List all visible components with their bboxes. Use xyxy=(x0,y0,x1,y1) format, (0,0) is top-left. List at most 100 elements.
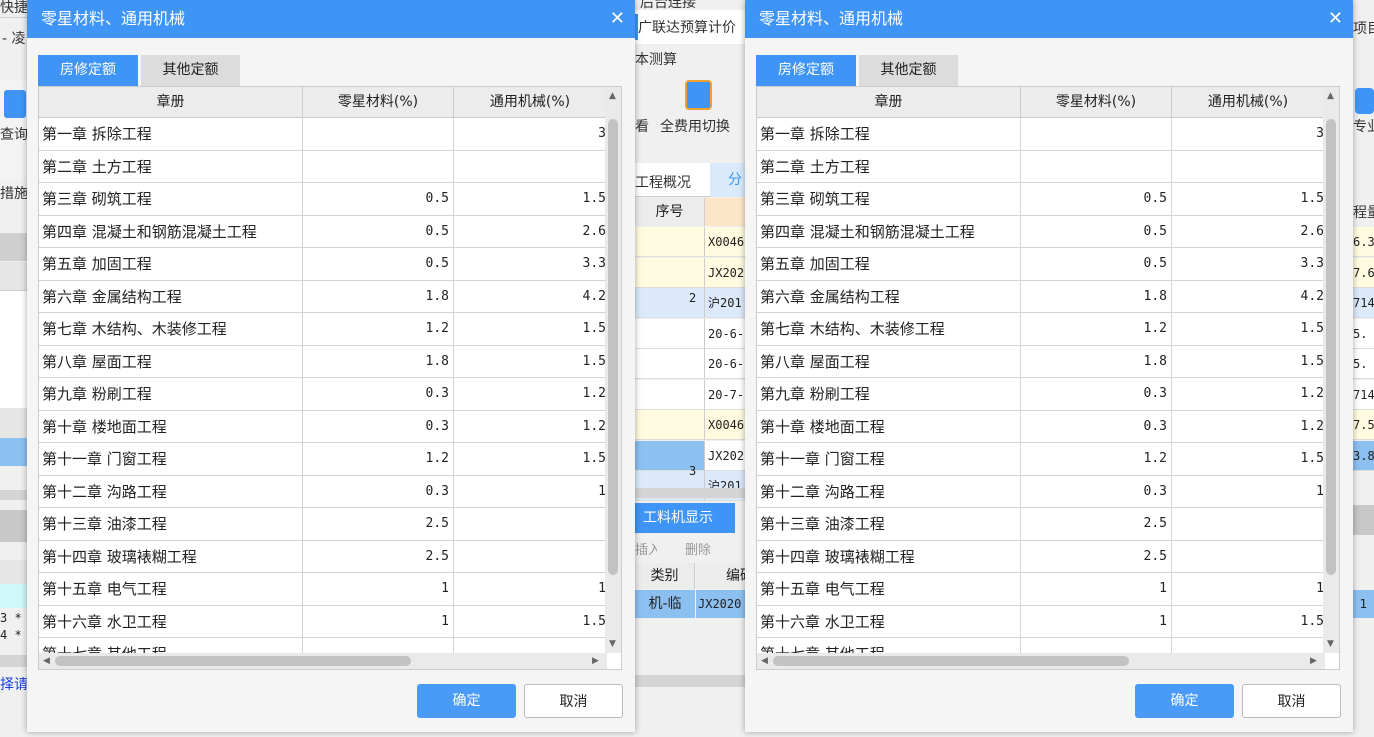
table-row[interactable]: 第九章 粉刷工程 0.3 1.2 xyxy=(757,378,1325,411)
scrollbar[interactable] xyxy=(0,655,27,667)
misc-material-cell[interactable]: 2.5 xyxy=(303,540,454,573)
misc-material-cell[interactable]: 0.3 xyxy=(303,410,454,443)
misc-material-cell[interactable]: 1 xyxy=(1021,605,1172,638)
table-row[interactable]: 第三章 砌筑工程 0.5 1.5 xyxy=(757,183,1325,216)
dialog-titlebar[interactable]: 零星材料、通用机械 ✕ xyxy=(27,0,635,38)
table-row[interactable]: 第五章 加固工程 0.5 3.3 xyxy=(39,248,607,281)
table-row[interactable]: 第十四章 玻璃裱糊工程 2.5 xyxy=(39,540,607,573)
table-row[interactable]: 第二章 土方工程 xyxy=(757,150,1325,183)
misc-material-cell[interactable]: 0.3 xyxy=(1021,410,1172,443)
code-cell[interactable]: 20-6- xyxy=(705,349,745,379)
scroll-thumb[interactable] xyxy=(608,119,618,575)
misc-material-cell[interactable]: 1.2 xyxy=(303,313,454,345)
qty-cell[interactable]: 3.8 xyxy=(1353,440,1374,471)
table-row[interactable]: 第十三章 油漆工程 2.5 xyxy=(39,508,607,541)
misc-material-cell[interactable]: 2.5 xyxy=(1021,508,1172,540)
misc-material-cell[interactable]: 0.5 xyxy=(303,183,454,215)
general-machinery-cell[interactable]: 3.3 xyxy=(1172,248,1325,280)
scroll-thumb[interactable] xyxy=(1326,119,1336,575)
scroll-down-icon[interactable]: ▼ xyxy=(1327,639,1334,649)
scroll-down-icon[interactable]: ▼ xyxy=(609,639,616,649)
general-machinery-cell[interactable]: 1.5 xyxy=(1172,605,1325,638)
general-machinery-cell[interactable]: 1.5 xyxy=(454,345,607,378)
misc-material-cell[interactable]: 0.3 xyxy=(1021,475,1172,508)
code-cell[interactable]: JX202 xyxy=(705,440,745,471)
scroll-left-icon[interactable]: ◀ xyxy=(43,656,50,666)
scroll-up-icon[interactable]: ▲ xyxy=(609,91,616,101)
general-machinery-cell[interactable]: 1.5 xyxy=(1172,313,1325,345)
general-machinery-cell[interactable] xyxy=(1172,150,1325,183)
general-machinery-cell[interactable] xyxy=(1172,540,1325,573)
table-row[interactable]: 第九章 粉刷工程 0.3 1.2 xyxy=(39,378,607,411)
misc-material-cell[interactable]: 0.5 xyxy=(1021,215,1172,248)
misc-material-cell[interactable]: 0.5 xyxy=(1021,183,1172,215)
splitter[interactable] xyxy=(635,488,745,498)
cancel-button[interactable]: 取消 xyxy=(1242,684,1341,718)
code-cell[interactable]: X0046 xyxy=(705,410,745,440)
table-row[interactable]: 第十一章 门窗工程 1.2 1.5 xyxy=(39,443,607,476)
major-icon[interactable] xyxy=(1355,88,1374,114)
general-machinery-cell[interactable]: 1.2 xyxy=(1172,410,1325,443)
table-row[interactable]: 第七章 木结构、木装修工程 1.2 1.5 xyxy=(757,313,1325,346)
general-machinery-cell[interactable] xyxy=(454,508,607,540)
misc-material-cell[interactable] xyxy=(303,118,454,150)
table-row[interactable]: 第八章 屋面工程 1.8 1.5 xyxy=(757,345,1325,378)
misc-material-cell[interactable]: 0.3 xyxy=(303,378,454,410)
table-row[interactable]: 第十二章 沟路工程 0.3 1 xyxy=(757,475,1325,508)
misc-material-cell[interactable]: 1 xyxy=(303,573,454,605)
delete-button[interactable]: 删除 xyxy=(685,539,725,558)
misc-material-cell[interactable]: 2.5 xyxy=(303,508,454,540)
general-machinery-cell[interactable]: 1 xyxy=(454,573,607,605)
ok-button[interactable]: 确定 xyxy=(1135,684,1234,718)
misc-material-cell[interactable]: 1.8 xyxy=(1021,280,1172,313)
fee-switch-button[interactable]: 全费用切换 xyxy=(660,116,745,136)
insert-button[interactable]: 插入 xyxy=(635,539,657,558)
misc-material-cell[interactable] xyxy=(1021,118,1172,150)
tab-housing-repair-quota[interactable]: 房修定额 xyxy=(38,55,138,86)
misc-material-cell[interactable]: 1.2 xyxy=(1021,443,1172,475)
general-machinery-cell[interactable]: 1.5 xyxy=(454,313,607,345)
code-cell[interactable]: X0046 xyxy=(705,227,745,257)
grid-row[interactable] xyxy=(0,262,27,290)
table-row[interactable]: 第十六章 水卫工程 1 1.5 xyxy=(757,605,1325,638)
code-cell[interactable]: JX2020 xyxy=(696,590,745,618)
misc-material-cell[interactable]: 0.3 xyxy=(303,475,454,508)
horizontal-scrollbar[interactable]: ◀ ▶ xyxy=(39,653,607,669)
query-button[interactable]: 查询 xyxy=(0,124,27,144)
splitter[interactable] xyxy=(0,490,27,500)
general-machinery-cell[interactable]: 1 xyxy=(1172,475,1325,508)
close-icon[interactable]: ✕ xyxy=(1328,0,1343,38)
scroll-left-icon[interactable]: ◀ xyxy=(761,656,768,666)
table-row[interactable]: 第二章 土方工程 xyxy=(39,150,607,183)
table-row[interactable]: 第十五章 电气工程 1 1 xyxy=(39,573,607,606)
scroll-up-icon[interactable]: ▲ xyxy=(1327,91,1334,101)
tree-cell[interactable] xyxy=(635,318,705,349)
measures-tab[interactable]: 措施项 xyxy=(0,183,27,203)
code-cell[interactable]: 20-6- xyxy=(705,318,745,349)
general-machinery-cell[interactable]: 1.5 xyxy=(1172,345,1325,378)
qty-cell[interactable]: 7.6 xyxy=(1353,257,1374,288)
scroll-right-icon[interactable]: ▶ xyxy=(1310,656,1317,666)
ok-button[interactable]: 确定 xyxy=(417,684,516,718)
general-machinery-cell[interactable]: 3.3 xyxy=(454,248,607,280)
vertical-scrollbar[interactable]: ▲ ▼ xyxy=(1323,87,1339,653)
hint-link[interactable]: 择请 xyxy=(0,674,27,694)
table-row[interactable]: 第六章 金属结构工程 1.8 4.2 xyxy=(757,280,1325,313)
cancel-button[interactable]: 取消 xyxy=(524,684,623,718)
value-cell[interactable]: 1 xyxy=(1353,590,1374,618)
scroll-thumb[interactable] xyxy=(773,656,1129,666)
table-row[interactable]: 第十章 楼地面工程 0.3 1.2 xyxy=(39,410,607,443)
general-machinery-cell[interactable]: 1.5 xyxy=(454,183,607,215)
code-cell[interactable]: JX202 xyxy=(705,257,745,288)
close-icon[interactable]: ✕ xyxy=(610,0,625,38)
grid-row[interactable] xyxy=(0,584,27,608)
misc-material-cell[interactable]: 0.3 xyxy=(1021,378,1172,410)
misc-material-cell[interactable] xyxy=(1021,150,1172,183)
scroll-right-icon[interactable]: ▶ xyxy=(592,656,599,666)
table-row[interactable]: 第七章 木结构、木装修工程 1.2 1.5 xyxy=(39,313,607,346)
general-machinery-cell[interactable] xyxy=(454,540,607,573)
misc-material-cell[interactable]: 1 xyxy=(303,605,454,638)
general-machinery-cell[interactable]: 4.2 xyxy=(454,280,607,313)
table-row[interactable]: 第一章 拆除工程 3 xyxy=(39,118,607,151)
qty-cell[interactable]: 714 xyxy=(1353,288,1374,318)
